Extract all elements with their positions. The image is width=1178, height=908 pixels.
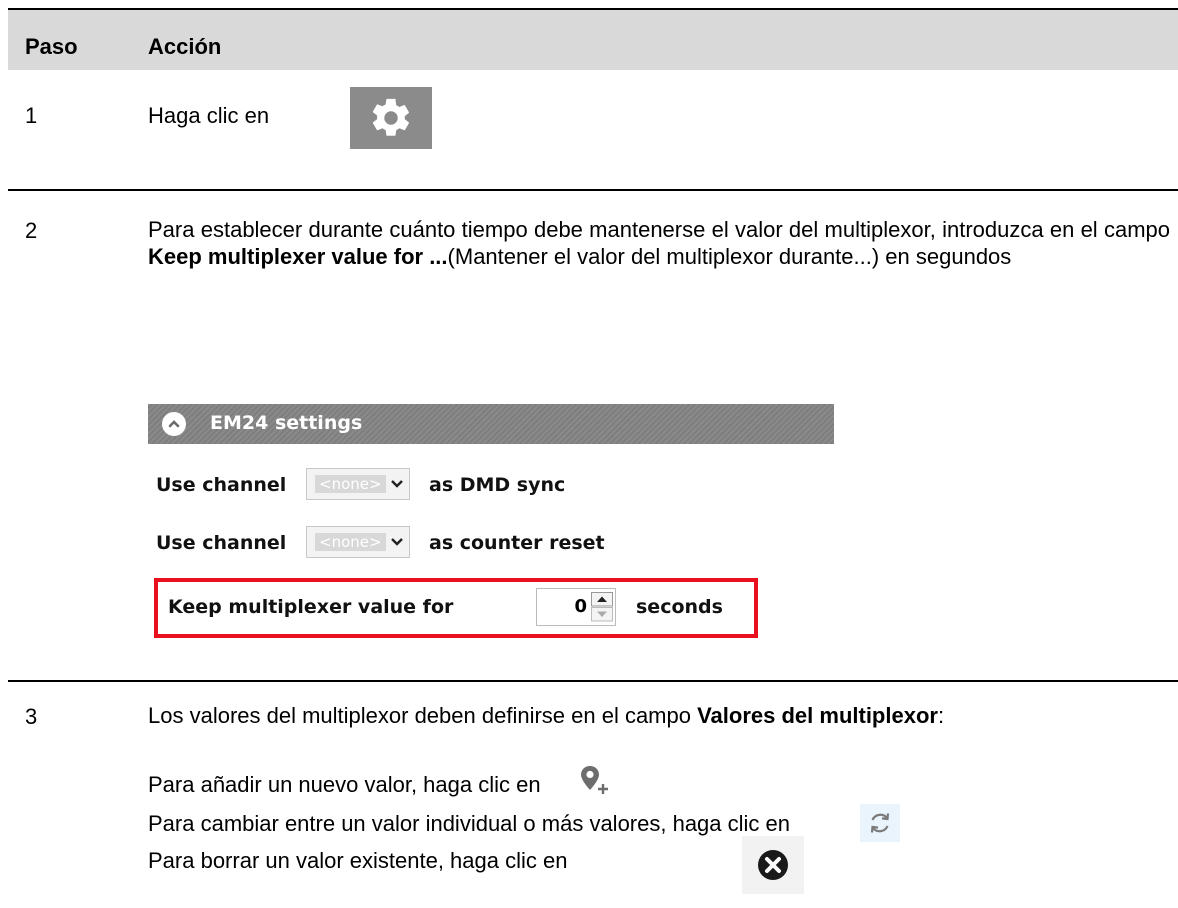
panel-title: EM24 settings [210,412,363,434]
row1-suffix: as DMD sync [429,474,566,496]
add-location-icon [581,766,608,794]
step-1-text: Haga clic en [148,103,270,128]
row2-suffix: as counter reset [429,532,605,554]
switch-values-button[interactable] [860,804,900,842]
step-3-number: 3 [25,704,38,729]
step-2-text-after: (Mantener el valor del multiplexor duran… [447,244,1012,269]
chevron-down-icon [391,538,403,546]
step-3-delete-line: Para borrar un valor existente, haga cli… [148,848,568,873]
delete-value-button[interactable] [742,836,804,894]
collapse-chevron-icon[interactable] [162,412,186,436]
row-divider-2 [8,680,1178,682]
row-divider-1 [8,189,1178,191]
row3-suffix: seconds [636,596,723,618]
step-2-text-before: Para establecer durante cuánto tiempo de… [148,217,1170,242]
add-value-button[interactable] [572,760,616,800]
em24-settings-panel: EM24 settings Use channel <none> as DMD … [148,404,834,654]
chevron-down-icon [391,480,403,488]
step-3-text-before: Los valores del multiplexor deben defini… [148,703,698,728]
counter-reset-channel-select[interactable]: <none> [306,526,410,558]
header-step: Paso [25,34,78,59]
step-3-text: Los valores del multiplexor deben defini… [148,702,1170,729]
step-3-text-after: : [937,703,945,728]
gear-icon [372,98,409,136]
step-3-field-name: Valores del multiplexor [697,703,938,728]
step-3-switch-line: Para cambiar entre un valor individual o… [148,811,790,836]
row2-prefix: Use channel [156,532,287,554]
refresh-icon [870,813,890,833]
row3-prefix: Keep multiplexer value for [168,596,454,618]
spin-buttons[interactable] [591,592,613,622]
step-1-number: 1 [25,103,38,128]
step-2-field-name: Keep multiplexer value for ... [148,244,448,269]
dmd-sync-channel-select[interactable]: <none> [306,468,410,500]
header-action: Acción [148,34,222,59]
delete-circle-icon [758,850,788,880]
multiplexer-seconds-stepper[interactable]: 0 [536,588,616,626]
dmd-sync-channel-value: <none> [315,475,386,493]
multiplexer-seconds-value: 0 [574,596,587,617]
step-3-add-line: Para añadir un nuevo valor, haga clic en [148,772,541,797]
settings-button[interactable] [350,87,432,149]
row1-prefix: Use channel [156,474,287,496]
step-2-text: Para establecer durante cuánto tiempo de… [148,216,1170,270]
counter-reset-channel-value: <none> [315,533,386,551]
step-2-number: 2 [25,218,38,243]
panel-header[interactable]: EM24 settings [148,404,834,444]
